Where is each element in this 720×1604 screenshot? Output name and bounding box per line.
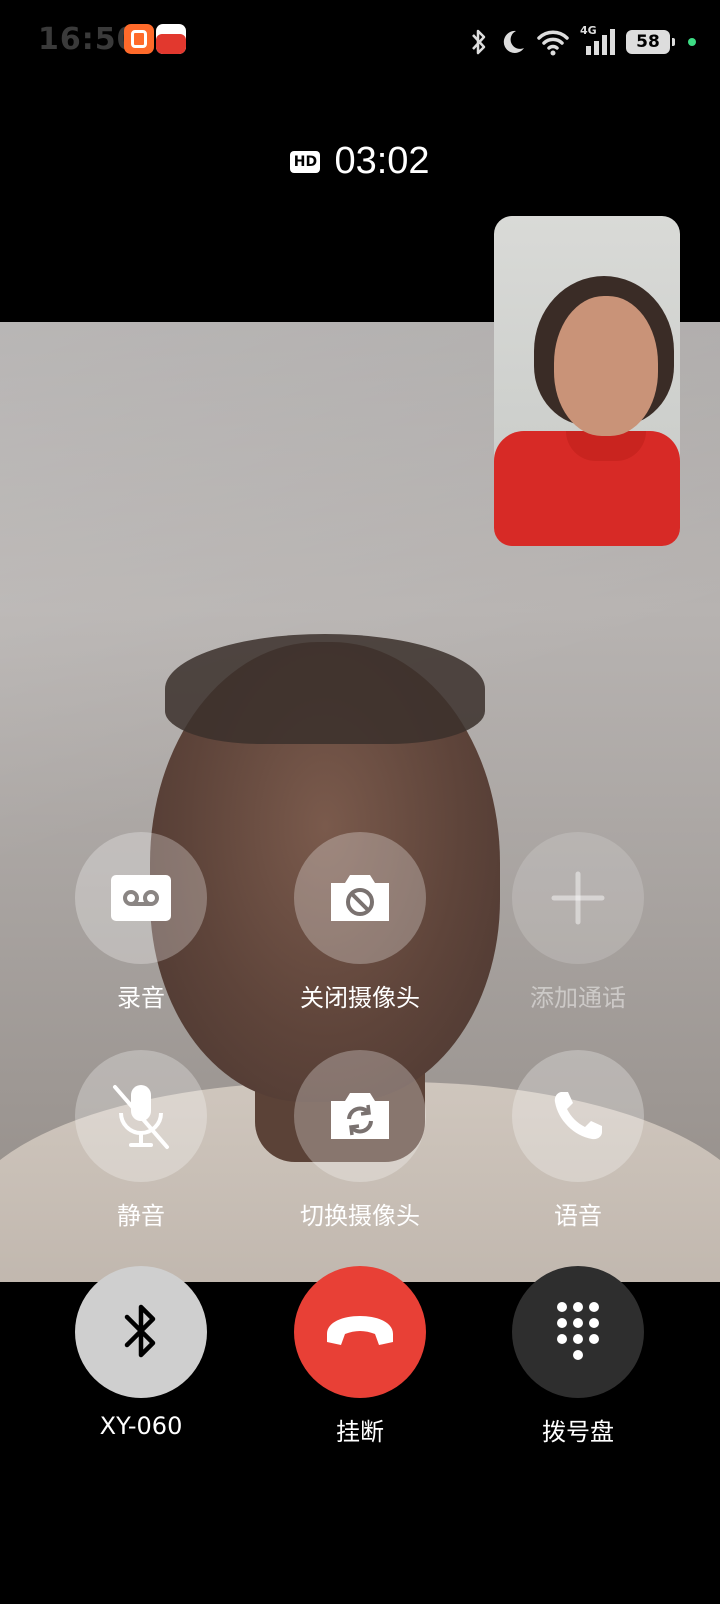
mute-control[interactable]: 静音 xyxy=(41,1050,241,1231)
bluetooth-control[interactable]: XY-060 xyxy=(41,1266,241,1440)
self-video-preview[interactable] xyxy=(494,216,680,546)
dialpad-icon xyxy=(557,1302,599,1360)
bluetooth-icon xyxy=(472,29,486,55)
dialpad-button[interactable] xyxy=(512,1266,644,1398)
moon-icon xyxy=(503,30,524,53)
hangup-icon xyxy=(327,1316,393,1345)
call-timer: HD 03:02 xyxy=(0,140,720,183)
camera-off-button[interactable] xyxy=(294,832,426,964)
dialpad-label: 拨号盘 xyxy=(542,1418,614,1446)
camera-off-label: 关闭摄像头 xyxy=(300,984,420,1012)
camera-switch-icon xyxy=(331,1093,389,1139)
bluetooth-icon xyxy=(124,1304,156,1358)
bluetooth-button[interactable] xyxy=(75,1266,207,1398)
notification-app-icon xyxy=(156,24,186,54)
voice-control[interactable]: 语音 xyxy=(478,1050,678,1231)
hangup-label: 挂断 xyxy=(336,1418,384,1446)
camera-off-control[interactable]: 关闭摄像头 xyxy=(260,832,460,1013)
cassette-icon xyxy=(111,875,171,921)
switch-camera-button[interactable] xyxy=(294,1050,426,1182)
mute-button[interactable] xyxy=(75,1050,207,1182)
preview-person-face xyxy=(554,296,658,436)
hangup-button[interactable] xyxy=(294,1266,426,1398)
voice-button[interactable] xyxy=(512,1050,644,1182)
switch-camera-label: 切换摄像头 xyxy=(300,1202,420,1230)
status-bar: 16:50 4G 58 xyxy=(0,0,720,84)
battery-icon: 58 xyxy=(626,30,675,54)
hangup-control[interactable]: 挂断 xyxy=(260,1266,460,1447)
notification-app-icon xyxy=(124,24,154,54)
status-icons: 4G 58 xyxy=(468,24,696,60)
privacy-indicator-icon xyxy=(688,38,696,46)
record-label: 录音 xyxy=(117,984,165,1012)
hd-badge: HD xyxy=(290,150,321,173)
add-call-control[interactable]: 添加通话 xyxy=(478,832,678,1013)
camera-off-icon xyxy=(331,875,389,921)
plus-icon xyxy=(551,871,605,925)
wifi-icon xyxy=(537,30,569,56)
record-control[interactable]: 录音 xyxy=(41,832,241,1013)
record-button[interactable] xyxy=(75,832,207,964)
dialpad-control[interactable]: 拨号盘 xyxy=(478,1266,678,1447)
add-call-label: 添加通话 xyxy=(530,984,626,1012)
voice-label: 语音 xyxy=(554,1202,602,1230)
bluetooth-device-label: XY-060 xyxy=(99,1412,183,1440)
signal-icon: 4G xyxy=(580,24,616,56)
mic-off-icon xyxy=(113,1085,169,1149)
switch-camera-control[interactable]: 切换摄像头 xyxy=(260,1050,460,1231)
mute-label: 静音 xyxy=(117,1202,165,1230)
video-person-hair xyxy=(165,634,485,744)
call-duration: 03:02 xyxy=(334,140,430,182)
add-call-button[interactable] xyxy=(512,832,644,964)
phone-icon xyxy=(554,1092,602,1140)
